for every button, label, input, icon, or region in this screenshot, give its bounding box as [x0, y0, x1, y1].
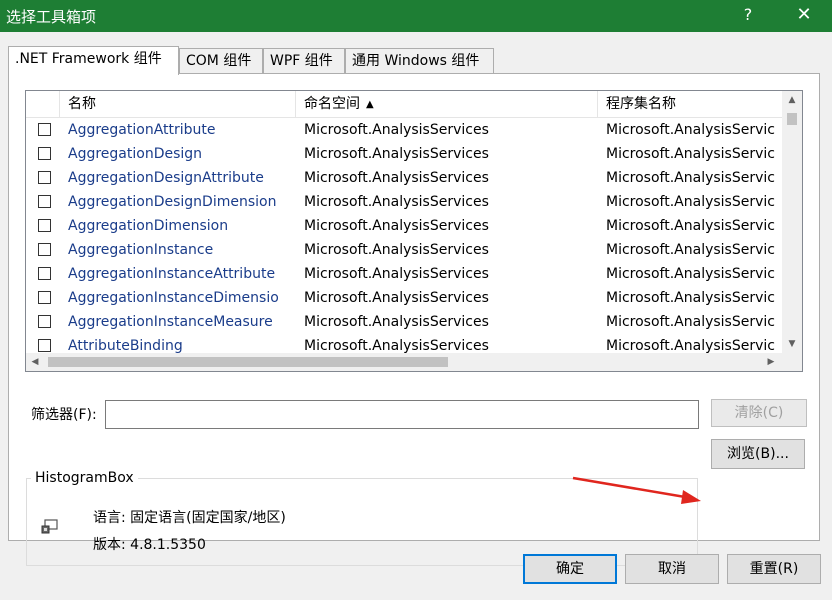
row-name: AggregationAttribute — [68, 122, 216, 138]
row-checkbox[interactable] — [38, 243, 51, 256]
row-assembly: Microsoft.AnalysisServic — [606, 218, 775, 234]
row-checkbox[interactable] — [38, 267, 51, 280]
list-row[interactable]: AggregationAttribute Microsoft.AnalysisS… — [26, 118, 782, 142]
ok-button[interactable]: 确定 — [523, 554, 617, 584]
list-header: 名称 命名空间 ▲ 程序集名称 — [26, 91, 782, 118]
tab-net-framework[interactable]: .NET Framework 组件 — [8, 46, 179, 75]
list-row[interactable]: AggregationInstanceAttribute Microsoft.A… — [26, 262, 782, 286]
header-checkbox-column[interactable] — [26, 91, 60, 117]
row-name: AggregationDimension — [68, 218, 229, 234]
vertical-scroll-thumb[interactable] — [787, 113, 797, 125]
row-namespace: Microsoft.AnalysisServices — [304, 314, 489, 330]
row-assembly: Microsoft.AnalysisServic — [606, 122, 775, 138]
header-assembly[interactable]: 程序集名称 — [598, 91, 782, 117]
component-group-title: HistogramBox — [31, 470, 138, 486]
row-name: AggregationDesignAttribute — [68, 170, 264, 186]
list-row[interactable]: AggregationDesign Microsoft.AnalysisServ… — [26, 142, 782, 166]
list-row[interactable]: AggregationInstanceDimensio Microsoft.An… — [26, 286, 782, 310]
horizontal-scroll-thumb[interactable] — [48, 357, 448, 367]
help-button[interactable]: ? — [738, 5, 758, 24]
filter-label: 筛选器(F): — [31, 407, 97, 423]
sort-ascending-icon: ▲ — [366, 99, 374, 110]
row-namespace: Microsoft.AnalysisServices — [304, 194, 489, 210]
component-version: 版本: 4.8.1.5350 — [93, 537, 206, 553]
scroll-right-icon[interactable]: ▶ — [764, 353, 778, 371]
row-checkbox[interactable] — [38, 171, 51, 184]
header-namespace-label: 命名空间 — [304, 96, 360, 112]
row-checkbox[interactable] — [38, 219, 51, 232]
tab-universal-windows[interactable]: 通用 Windows 组件 — [345, 48, 494, 73]
row-name: AggregationInstance — [68, 242, 214, 258]
list-row[interactable]: AggregationDimension Microsoft.AnalysisS… — [26, 214, 782, 238]
list-row[interactable]: AggregationInstance Microsoft.AnalysisSe… — [26, 238, 782, 262]
list-row[interactable]: AggregationDesignAttribute Microsoft.Ana… — [26, 166, 782, 190]
tab-panel: 名称 命名空间 ▲ 程序集名称 AggregationAttribute Micr… — [8, 73, 820, 566]
vertical-scrollbar[interactable]: ▲ ▼ — [782, 91, 802, 353]
list-rows: AggregationAttribute Microsoft.AnalysisS… — [26, 118, 782, 358]
list-row[interactable]: AggregationDesignDimension Microsoft.Ana… — [26, 190, 782, 214]
row-namespace: Microsoft.AnalysisServices — [304, 242, 489, 258]
clear-button[interactable]: 清除(C) — [711, 399, 807, 427]
row-namespace: Microsoft.AnalysisServices — [304, 218, 489, 234]
row-checkbox[interactable] — [38, 291, 51, 304]
header-name[interactable]: 名称 — [60, 91, 296, 117]
scroll-up-icon[interactable]: ▲ — [782, 91, 802, 109]
header-assembly-label: 程序集名称 — [606, 96, 676, 112]
row-checkbox[interactable] — [38, 195, 51, 208]
close-button[interactable]: ✕ — [792, 4, 816, 25]
row-checkbox[interactable] — [38, 123, 51, 136]
row-assembly: Microsoft.AnalysisServic — [606, 266, 775, 282]
row-assembly: Microsoft.AnalysisServic — [606, 194, 775, 210]
row-checkbox[interactable] — [38, 339, 51, 352]
row-namespace: Microsoft.AnalysisServices — [304, 266, 489, 282]
row-namespace: Microsoft.AnalysisServices — [304, 290, 489, 306]
header-namespace[interactable]: 命名空间 ▲ — [296, 91, 598, 117]
row-assembly: Microsoft.AnalysisServic — [606, 146, 775, 162]
row-checkbox[interactable] — [38, 315, 51, 328]
dialog-client-area: .NET Framework 组件 COM 组件 WPF 组件 通用 Windo… — [0, 32, 832, 600]
list-row[interactable]: AggregationInstanceMeasure Microsoft.Ana… — [26, 310, 782, 334]
components-list: 名称 命名空间 ▲ 程序集名称 AggregationAttribute Micr… — [25, 90, 803, 372]
scroll-down-icon[interactable]: ▼ — [782, 335, 802, 353]
row-checkbox[interactable] — [38, 147, 51, 160]
row-name: AggregationInstanceMeasure — [68, 314, 273, 330]
title-bar: 选择工具箱项 ? ✕ — [0, 0, 832, 32]
row-assembly: Microsoft.AnalysisServic — [606, 290, 775, 306]
row-assembly: Microsoft.AnalysisServic — [606, 314, 775, 330]
component-icon — [41, 519, 58, 534]
scroll-left-icon[interactable]: ◀ — [28, 353, 42, 371]
scrollbar-corner — [782, 353, 802, 371]
row-namespace: Microsoft.AnalysisServices — [304, 122, 489, 138]
cancel-button[interactable]: 取消 — [625, 554, 719, 584]
component-language: 语言: 固定语言(固定国家/地区) — [93, 510, 286, 526]
header-name-label: 名称 — [68, 96, 96, 112]
tab-wpf[interactable]: WPF 组件 — [263, 48, 345, 73]
row-namespace: Microsoft.AnalysisServices — [304, 146, 489, 162]
row-name: AggregationInstanceAttribute — [68, 266, 276, 282]
browse-button[interactable]: 浏览(B)... — [711, 439, 805, 469]
row-name: AggregationDesignDimension — [68, 194, 277, 210]
annotation-arrow-icon — [572, 476, 701, 504]
row-assembly: Microsoft.AnalysisServic — [606, 170, 775, 186]
row-namespace: Microsoft.AnalysisServices — [304, 170, 489, 186]
reset-button[interactable]: 重置(R) — [727, 554, 821, 584]
row-assembly: Microsoft.AnalysisServic — [606, 242, 775, 258]
row-name: AggregationInstanceDimensio — [68, 290, 279, 306]
row-name: AggregationDesign — [68, 146, 203, 162]
tab-com[interactable]: COM 组件 — [179, 48, 263, 73]
window-title: 选择工具箱项 — [6, 8, 97, 26]
horizontal-scrollbar[interactable]: ◀ ▶ — [26, 353, 782, 371]
filter-input[interactable] — [105, 400, 699, 429]
